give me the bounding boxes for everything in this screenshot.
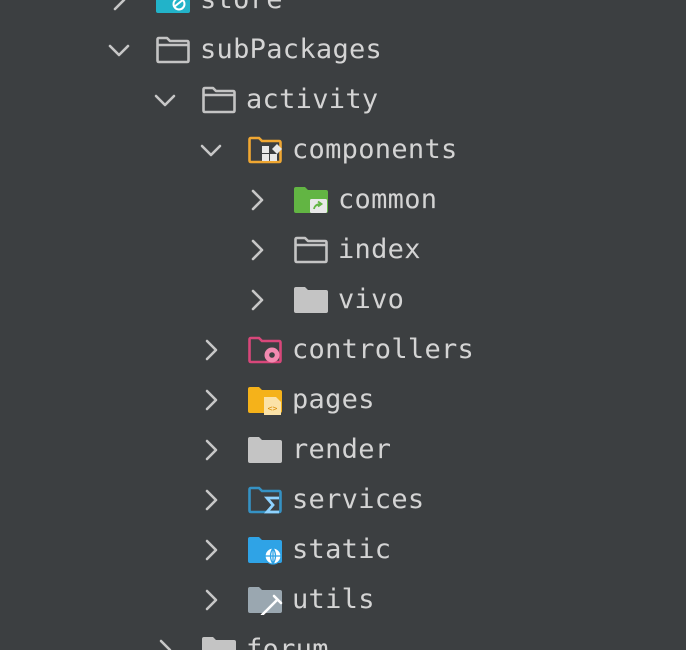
- tree-row-store[interactable]: store: [0, 0, 686, 25]
- tree-row-label: store: [200, 0, 283, 25]
- tree-row-vivo[interactable]: vivo: [0, 275, 686, 325]
- project-file-tree: store subPackages activity components co…: [0, 0, 686, 650]
- tree-row-activity[interactable]: activity: [0, 75, 686, 125]
- tree-row-label: services: [292, 484, 425, 515]
- tree-row-utils[interactable]: utils: [0, 575, 686, 625]
- chevron-right-icon[interactable]: [199, 338, 223, 362]
- tree-row-label: components: [292, 134, 458, 165]
- pages-folder-icon: <>: [247, 385, 283, 415]
- tree-row-label: activity: [246, 84, 379, 115]
- folder-outline-icon: [155, 35, 191, 65]
- tree-row-pages[interactable]: <> pages: [0, 375, 686, 425]
- components-folder-icon: [247, 135, 283, 165]
- tree-row-common[interactable]: common: [0, 175, 686, 225]
- tree-row-components[interactable]: components: [0, 125, 686, 175]
- tree-row-label: pages: [292, 384, 375, 415]
- tree-row-label: static: [292, 534, 392, 565]
- chevron-right-icon[interactable]: [245, 288, 269, 312]
- folder-outline-icon: [201, 85, 237, 115]
- chevron-right-icon[interactable]: [199, 438, 223, 462]
- tree-row-label: subPackages: [200, 34, 383, 65]
- tree-row-forum[interactable]: forum: [0, 625, 686, 650]
- controllers-folder-icon: [247, 335, 283, 365]
- tree-row-label: render: [292, 434, 392, 465]
- tree-row-label: vivo: [338, 284, 405, 315]
- chevron-right-icon[interactable]: [199, 488, 223, 512]
- tree-row-label: forum: [246, 634, 329, 650]
- tree-row-label: utils: [292, 584, 375, 615]
- folder-solid-icon: [247, 435, 283, 465]
- chevron-right-icon[interactable]: [153, 638, 177, 650]
- chevron-right-icon[interactable]: [245, 188, 269, 212]
- tree-row-controllers[interactable]: controllers: [0, 325, 686, 375]
- tree-row-static[interactable]: static: [0, 525, 686, 575]
- folder-solid-icon: [201, 635, 237, 650]
- tree-row-render[interactable]: render: [0, 425, 686, 475]
- chevron-right-icon[interactable]: [199, 588, 223, 612]
- tree-row-services[interactable]: services: [0, 475, 686, 525]
- folder-outline-icon: [293, 235, 329, 265]
- tree-row-index[interactable]: index: [0, 225, 686, 275]
- chevron-down-icon[interactable]: [199, 138, 223, 162]
- services-folder-icon: [247, 485, 283, 515]
- chevron-right-icon[interactable]: [245, 238, 269, 262]
- tree-row-label: index: [338, 234, 421, 265]
- svg-text:<>: <>: [268, 404, 278, 413]
- tree-row-subpackages[interactable]: subPackages: [0, 25, 686, 75]
- tree-row-label: common: [338, 184, 438, 215]
- utils-folder-icon: [247, 585, 283, 615]
- common-folder-icon: [293, 185, 329, 215]
- chevron-down-icon[interactable]: [107, 38, 131, 62]
- chevron-down-icon[interactable]: [153, 88, 177, 112]
- tree-row-label: controllers: [292, 334, 475, 365]
- static-folder-icon: [247, 535, 283, 565]
- folder-solid-icon: [293, 285, 329, 315]
- chevron-right-icon[interactable]: [199, 388, 223, 412]
- chevron-right-icon[interactable]: [199, 538, 223, 562]
- chevron-right-icon[interactable]: [107, 0, 131, 12]
- store-folder-icon: [155, 0, 191, 15]
